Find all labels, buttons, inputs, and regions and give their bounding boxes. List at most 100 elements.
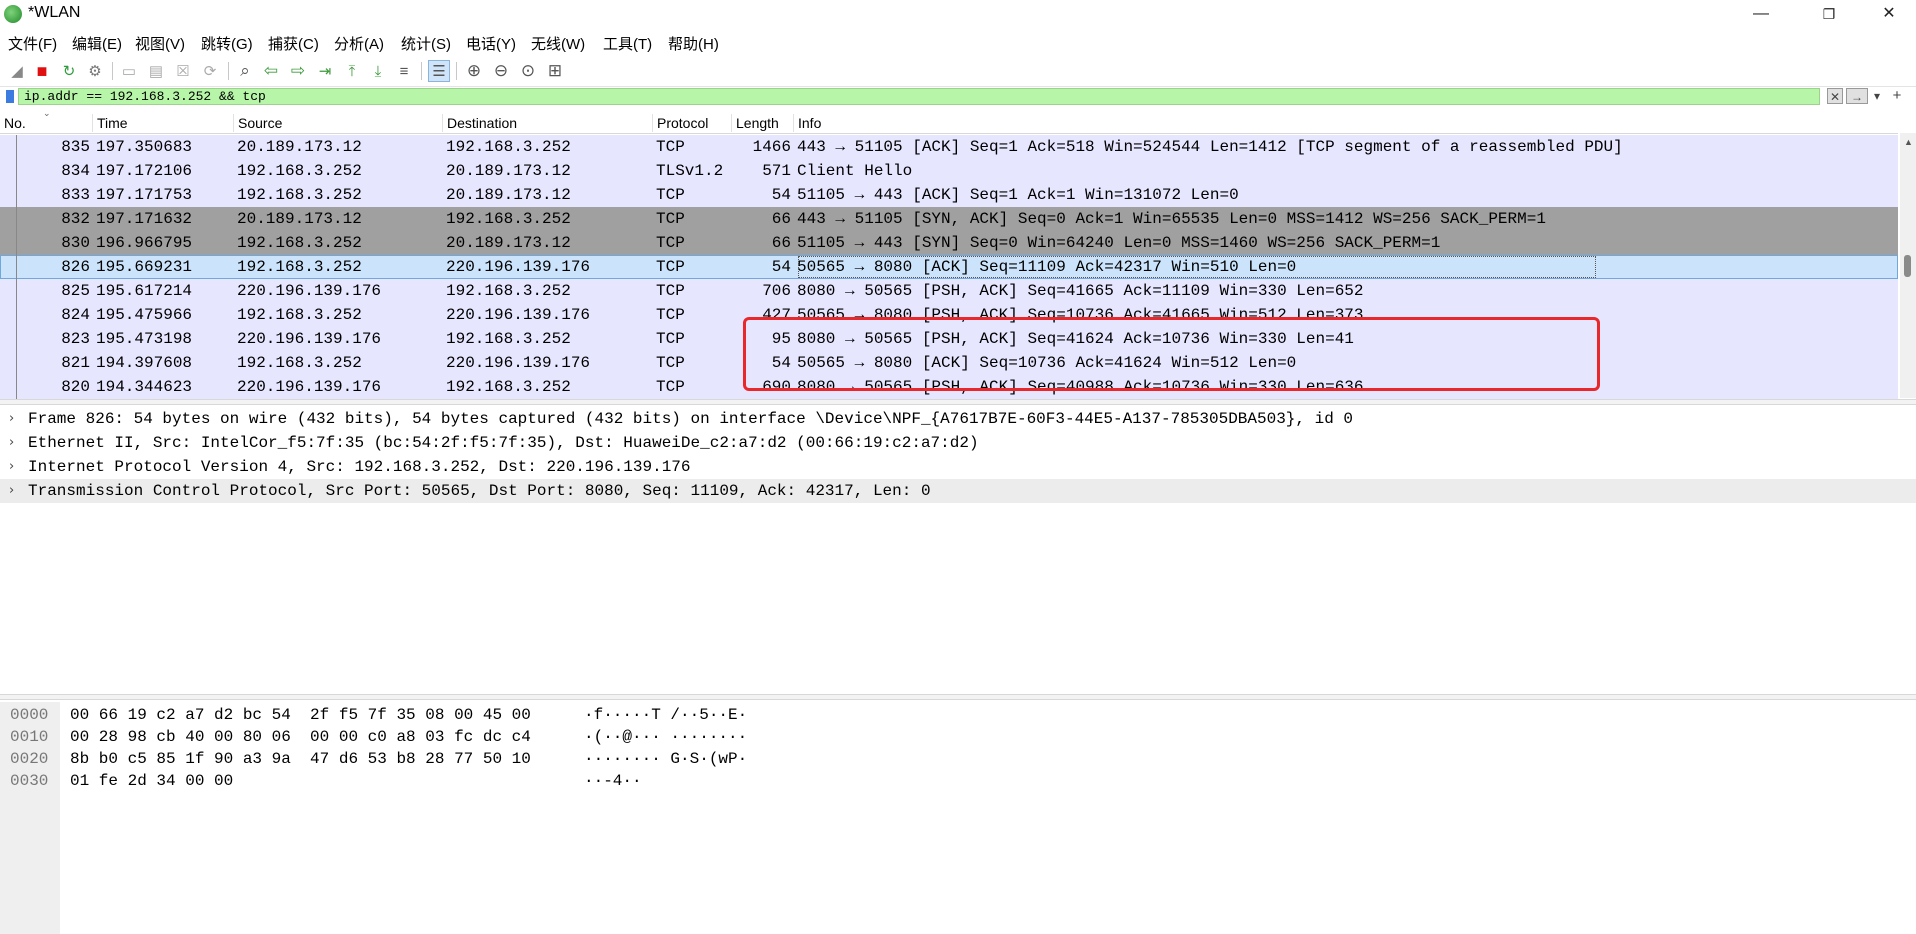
- packet-cell-len: 571: [762, 162, 791, 180]
- packet-cell-dst: 192.168.3.252: [446, 210, 571, 228]
- packet-cell-proto: TCP: [656, 186, 685, 204]
- packet-cell-proto: TCP: [656, 258, 685, 276]
- zoom-in-icon[interactable]: ⊕: [463, 60, 485, 82]
- byte-offset: 0000: [10, 706, 49, 724]
- packet-row[interactable]: 832 197.171632 20.189.173.12 192.168.3.252 T…: [0, 207, 1898, 231]
- auto-scroll-icon[interactable]: ≡: [393, 60, 415, 82]
- start-capture-icon[interactable]: ◢: [6, 60, 28, 82]
- column-header-info[interactable]: Info: [793, 114, 1698, 132]
- reload-file-icon[interactable]: ⟳: [199, 60, 221, 82]
- packet-cell-time: 195.669231: [96, 258, 193, 276]
- expand-arrow-icon[interactable]: ›: [9, 479, 14, 503]
- packet-row[interactable]: 830 196.966795 192.168.3.252 20.189.173.12 T…: [0, 231, 1898, 255]
- packet-cell-dst: 192.168.3.252: [446, 282, 571, 300]
- menu-telephony[interactable]: 电话(Y): [466, 33, 516, 54]
- display-filter-text[interactable]: ip.addr == 192.168.3.252 && tcp: [24, 88, 266, 105]
- packet-row[interactable]: 833 197.171753 192.168.3.252 20.189.173.12 T…: [0, 183, 1898, 207]
- byte-hex[interactable]: 8b b0 c5 85 1f 90 a3 9a 47 d6 53 b8 28 7…: [70, 748, 531, 770]
- menu-view[interactable]: 视图(V): [135, 33, 185, 54]
- packet-cell-dst: 20.189.173.12: [446, 234, 571, 252]
- byte-hex[interactable]: 01 fe 2d 34 00 00: [70, 770, 233, 792]
- colorize-icon[interactable]: ☰: [428, 60, 450, 82]
- expand-arrow-icon[interactable]: ›: [9, 455, 14, 479]
- packet-cell-no: 825: [61, 282, 90, 300]
- menu-help[interactable]: 帮助(H): [668, 33, 719, 54]
- filter-history-dropdown-icon[interactable]: ▾: [1870, 88, 1884, 104]
- menu-edit[interactable]: 编辑(E): [72, 33, 122, 54]
- related-packet-guide-line: [16, 135, 17, 399]
- byte-hex[interactable]: 00 28 98 cb 40 00 80 06 00 00 c0 a8 03 f…: [70, 726, 531, 748]
- packet-cell-src: 20.189.173.12: [237, 138, 362, 156]
- sort-indicator-icon: ⌄: [43, 108, 51, 118]
- expand-arrow-icon[interactable]: ›: [9, 407, 14, 431]
- packet-cell-src: 192.168.3.252: [237, 258, 362, 276]
- menu-statistics[interactable]: 统计(S): [401, 33, 451, 54]
- column-header-time[interactable]: Time: [92, 114, 233, 132]
- find-packet-icon[interactable]: ⌕: [234, 60, 256, 82]
- packet-cell-dst: 220.196.139.176: [446, 306, 591, 324]
- byte-ascii[interactable]: ········ G·S·(wP·: [584, 748, 747, 770]
- packet-cell-len: 706: [762, 282, 791, 300]
- byte-hex[interactable]: 00 66 19 c2 a7 d2 bc 54 2f f5 7f 35 08 0…: [70, 704, 531, 726]
- menu-wireless[interactable]: 无线(W): [531, 33, 585, 54]
- packet-cell-len: 1466: [752, 138, 791, 156]
- filter-bookmark-icon[interactable]: [6, 90, 14, 103]
- menu-file[interactable]: 文件(F): [8, 33, 57, 54]
- detail-row-ethernet[interactable]: › Ethernet II, Src: IntelCor_f5:7f:35 (b…: [0, 431, 1916, 455]
- zoom-normal-icon[interactable]: ⊙: [517, 60, 539, 82]
- menu-go[interactable]: 跳转(G): [201, 33, 253, 54]
- save-file-icon[interactable]: ▤: [145, 60, 167, 82]
- column-header-source[interactable]: Source: [233, 114, 440, 132]
- close-window-button[interactable]: ✕: [1866, 2, 1912, 26]
- packet-cell-len: 66: [771, 234, 791, 252]
- column-header-protocol[interactable]: Protocol: [652, 114, 735, 132]
- minimize-button[interactable]: —: [1738, 2, 1784, 26]
- display-filter-input[interactable]: [18, 88, 1820, 105]
- go-to-packet-icon[interactable]: ⇥: [314, 60, 336, 82]
- detail-row-ipv4[interactable]: › Internet Protocol Version 4, Src: 192.…: [0, 455, 1916, 479]
- packet-cell-src: 192.168.3.252: [237, 186, 362, 204]
- menu-tools[interactable]: 工具(T): [603, 33, 652, 54]
- detail-row-frame[interactable]: › Frame 826: 54 bytes on wire (432 bits)…: [0, 407, 1916, 431]
- packet-cell-time: 197.350683: [96, 138, 193, 156]
- apply-filter-icon[interactable]: →: [1846, 88, 1868, 104]
- packet-cell-no: 820: [61, 378, 90, 396]
- go-last-icon[interactable]: ⤓: [367, 60, 389, 82]
- open-file-icon[interactable]: ▭: [118, 60, 140, 82]
- byte-ascii[interactable]: ·(··@··· ········: [584, 726, 747, 748]
- packet-cell-time: 197.171632: [96, 210, 193, 228]
- packet-row[interactable]: 835 197.350683 20.189.173.12 192.168.3.252 T…: [0, 135, 1898, 159]
- menu-capture[interactable]: 捕获(C): [268, 33, 319, 54]
- resize-columns-icon[interactable]: ⊞: [544, 60, 566, 82]
- menu-analyze[interactable]: 分析(A): [334, 33, 384, 54]
- scroll-up-icon[interactable]: ▲: [1904, 137, 1913, 147]
- byte-ascii[interactable]: ·f·····T /··5··E·: [584, 704, 747, 726]
- byte-ascii[interactable]: ··-4··: [584, 770, 642, 792]
- pane-splitter[interactable]: [0, 694, 1916, 700]
- go-back-icon[interactable]: ⇦: [260, 60, 282, 82]
- column-header-length[interactable]: Length: [731, 114, 796, 132]
- packet-row[interactable]: 826 195.669231 192.168.3.252 220.196.139.17…: [0, 255, 1898, 279]
- restart-capture-icon[interactable]: ↻: [58, 60, 80, 82]
- packet-row[interactable]: 834 197.172106 192.168.3.252 20.189.173.12 T…: [0, 159, 1898, 183]
- packet-cell-no: 821: [61, 354, 90, 372]
- expand-arrow-icon[interactable]: ›: [9, 431, 14, 455]
- add-filter-button-icon[interactable]: +: [1890, 88, 1904, 104]
- pane-splitter[interactable]: [0, 399, 1916, 405]
- close-file-icon[interactable]: ☒: [172, 60, 194, 82]
- scrollbar-thumb[interactable]: [1904, 255, 1911, 277]
- restore-button[interactable]: ❐: [1806, 2, 1852, 26]
- stop-capture-icon[interactable]: ■: [31, 60, 53, 82]
- packet-cell-dst: 220.196.139.176: [446, 258, 591, 276]
- zoom-out-icon[interactable]: ⊖: [490, 60, 512, 82]
- clear-filter-icon[interactable]: ✕: [1827, 88, 1843, 104]
- detail-row-tcp[interactable]: › Transmission Control Protocol, Src Por…: [0, 479, 1916, 503]
- column-header-destination[interactable]: Destination: [442, 114, 650, 132]
- packet-cell-no: 834: [61, 162, 90, 180]
- packet-list-scrollbar[interactable]: ▲: [1900, 133, 1916, 398]
- packet-bytes-pane: 0000 00 66 19 c2 a7 d2 bc 54 2f f5 7f 35…: [0, 702, 1916, 934]
- packet-row[interactable]: 825 195.617214 220.196.139.176 192.168.3.25…: [0, 279, 1898, 303]
- capture-options-icon[interactable]: ⚙: [84, 60, 106, 82]
- go-first-icon[interactable]: ⤒: [341, 60, 363, 82]
- go-forward-icon[interactable]: ⇨: [287, 60, 309, 82]
